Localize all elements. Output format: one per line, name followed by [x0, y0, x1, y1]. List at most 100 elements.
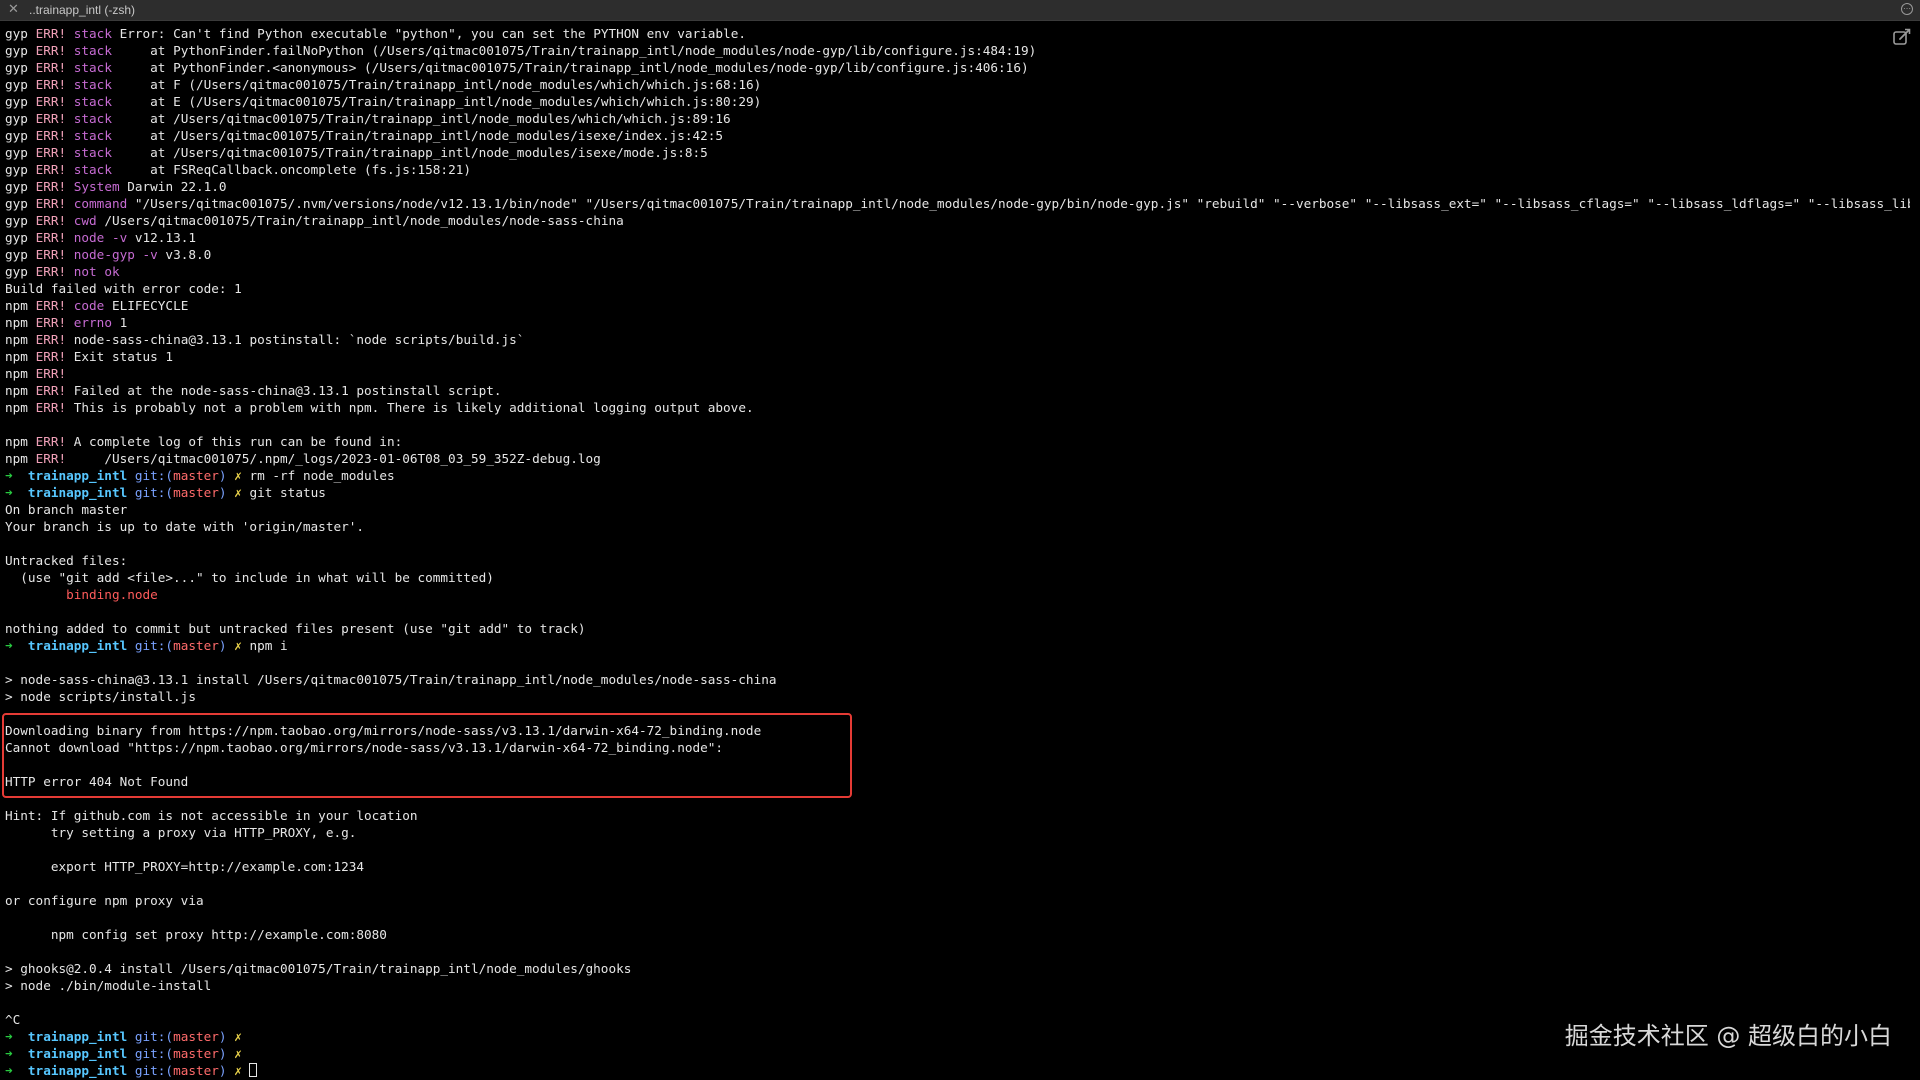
terminal-line: > node ./bin/module-install — [5, 977, 1910, 994]
terminal-text: npm — [5, 349, 36, 364]
title-bar: ✕ ..trainapp_intl (-zsh) ⋯ — [0, 0, 1920, 21]
terminal-line: (use "git add <file>..." to include in w… — [5, 569, 1910, 586]
err-label: ERR! — [35, 111, 67, 126]
terminal-line: gyp ERR! stack at FSReqCallback.oncomple… — [5, 161, 1910, 178]
terminal-line: gyp ERR! stack at PythonFinder.failNoPyt… — [5, 42, 1910, 59]
terminal-text: gyp — [5, 145, 36, 160]
prompt-arrow: ➜ — [5, 638, 13, 653]
terminal-text: gyp — [5, 230, 36, 245]
err-keyword: code — [73, 298, 105, 313]
err-label: ERR! — [35, 196, 67, 211]
terminal-line: Hint: If github.com is not accessible in… — [5, 807, 1910, 824]
err-keyword: command — [73, 196, 128, 211]
terminal-text: gyp — [5, 26, 36, 41]
terminal-cursor — [249, 1063, 258, 1077]
terminal-line: Your branch is up to date with 'origin/m… — [5, 518, 1910, 535]
terminal-text: npm — [5, 332, 36, 347]
terminal-line: HTTP error 404 Not Found — [5, 773, 1910, 790]
terminal-text: at FSReqCallback.oncomplete (fs.js:158:2… — [111, 162, 471, 177]
prompt-directory: trainapp_intl — [27, 1063, 128, 1078]
terminal-text: npm — [5, 451, 36, 466]
err-label: ERR! — [35, 298, 67, 313]
git-label: ) — [218, 485, 227, 500]
terminal-line: gyp ERR! not ok — [5, 263, 1910, 280]
terminal-text: gyp — [5, 213, 36, 228]
terminal-line: npm ERR! Exit status 1 — [5, 348, 1910, 365]
terminal-line: Cannot download "https://npm.taobao.org/… — [5, 739, 1910, 756]
err-keyword: not ok — [73, 264, 120, 279]
terminal-text: > node ./bin/module-install — [5, 978, 212, 993]
terminal-text: at PythonFinder.<anonymous> (/Users/qitm… — [111, 60, 1029, 75]
terminal-text: npm — [5, 315, 36, 330]
dirty-marker: ✗ — [226, 638, 242, 653]
terminal-text: Build failed with error code: 1 — [5, 281, 242, 296]
err-label: ERR! — [35, 162, 67, 177]
git-label: ) — [218, 638, 227, 653]
terminal-output[interactable]: gyp ERR! stack Error: Can't find Python … — [5, 25, 1910, 1080]
err-label: ERR! — [35, 383, 67, 398]
terminal-text: Exit status 1 — [66, 349, 174, 364]
terminal-text: > ghooks@2.0.4 install /Users/qitmac0010… — [5, 961, 632, 976]
terminal-text: git status — [241, 485, 326, 500]
branch-name: master — [173, 1029, 219, 1044]
err-keyword: stack — [73, 60, 112, 75]
git-label: git:( — [134, 468, 174, 483]
git-label: ) — [218, 468, 227, 483]
branch-name: master — [173, 485, 219, 500]
terminal-text: export HTTP_PROXY=http://example.com:123… — [5, 859, 365, 874]
terminal-text: Error: Can't find Python executable "pyt… — [111, 26, 746, 41]
terminal-line: gyp ERR! stack at /Users/qitmac001075/Tr… — [5, 144, 1910, 161]
terminal-text: v12.13.1 — [127, 230, 196, 245]
terminal-text: HTTP error 404 Not Found — [5, 774, 189, 789]
terminal-line: Untracked files: — [5, 552, 1910, 569]
terminal-text: gyp — [5, 264, 36, 279]
terminal-text: > node scripts/install.js — [5, 689, 196, 704]
terminal-text: npm — [5, 434, 36, 449]
terminal-line: export HTTP_PROXY=http://example.com:123… — [5, 858, 1910, 875]
err-keyword: stack — [73, 26, 112, 41]
err-label: ERR! — [35, 451, 67, 466]
err-label: ERR! — [35, 94, 67, 109]
close-icon[interactable]: ✕ — [8, 2, 19, 18]
window-options-icon[interactable]: ⋯ — [1901, 3, 1913, 15]
prompt-directory: trainapp_intl — [27, 1029, 128, 1044]
terminal-line: gyp ERR! stack Error: Can't find Python … — [5, 25, 1910, 42]
err-label: ERR! — [35, 349, 67, 364]
terminal-text: Darwin 22.1.0 — [119, 179, 227, 194]
terminal-text: ELIFECYCLE — [104, 298, 189, 313]
dirty-marker: ✗ — [226, 1063, 242, 1078]
terminal-text: "/Users/qitmac001075/.nvm/versions/node/… — [127, 196, 1910, 211]
terminal-line: ➜ trainapp_intl git:(master) ✗ rm -rf no… — [5, 467, 1910, 484]
git-label: git:( — [134, 1029, 174, 1044]
branch-name: master — [173, 638, 219, 653]
terminal-text: npm — [5, 400, 36, 415]
terminal-text: v3.8.0 — [157, 247, 212, 262]
untracked-file: binding.node — [5, 587, 158, 602]
terminal-line: npm ERR! This is probably not a problem … — [5, 399, 1910, 416]
terminal-text: at /Users/qitmac001075/Train/trainapp_in… — [111, 145, 708, 160]
terminal-text: npm config set proxy http://example.com:… — [5, 927, 387, 942]
prompt-arrow: ➜ — [5, 1046, 13, 1061]
terminal-text: rm -rf node_modules — [241, 468, 395, 483]
terminal-line: gyp ERR! System Darwin 22.1.0 — [5, 178, 1910, 195]
terminal-text: gyp — [5, 94, 36, 109]
git-label: git:( — [134, 1063, 174, 1078]
git-label: ) — [218, 1063, 227, 1078]
git-label: git:( — [134, 638, 174, 653]
err-keyword: System — [73, 179, 120, 194]
git-label: ) — [218, 1029, 227, 1044]
